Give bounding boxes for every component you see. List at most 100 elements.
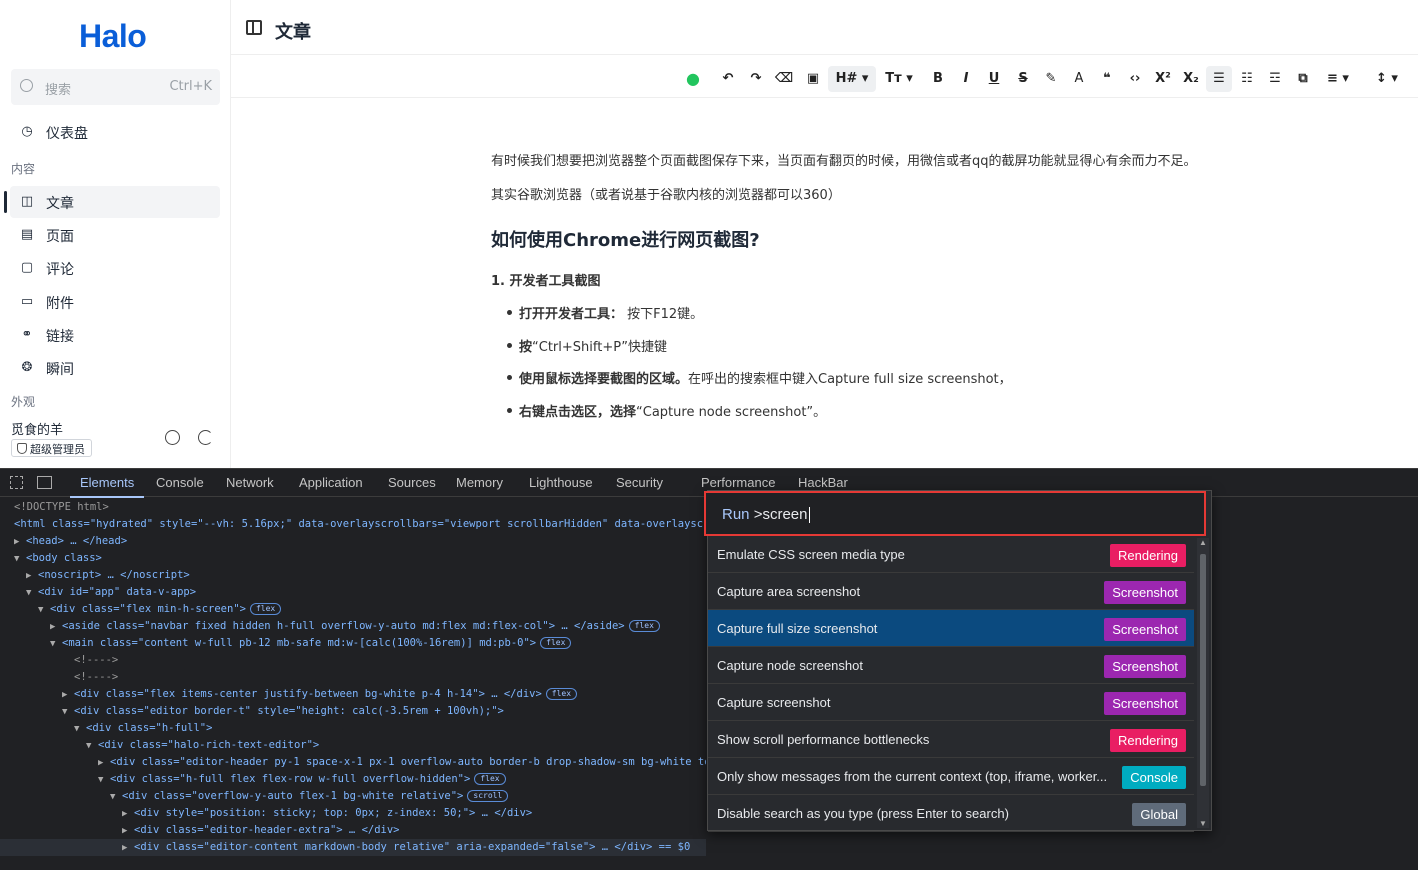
- quote-icon[interactable]: ❝: [1097, 66, 1117, 92]
- collapse-arrow-icon[interactable]: ▼: [74, 721, 86, 738]
- dom-line-selected[interactable]: ▶ <div class="editor-content markdown-bod…: [0, 839, 706, 856]
- sidebar-item-comments[interactable]: ▢ 评论: [10, 252, 220, 284]
- command-item-selected[interactable]: Capture full size screenshot Screenshot: [708, 610, 1194, 647]
- sidebar-item-attachments[interactable]: ▭ 附件: [10, 286, 220, 318]
- palette-scrollbar[interactable]: ▲ ▼: [1197, 538, 1209, 828]
- dom-line[interactable]: ▶ <div class="editor-header-extra"> … </d…: [122, 822, 400, 839]
- collapse-arrow-icon[interactable]: ▼: [50, 636, 62, 653]
- underline-icon[interactable]: U: [984, 66, 1004, 92]
- expand-arrow-icon[interactable]: ▶: [50, 619, 62, 636]
- command-item[interactable]: Disable search as you type (press Enter …: [708, 795, 1194, 832]
- bold-icon[interactable]: B: [928, 66, 948, 92]
- command-item[interactable]: Show scroll performance bottlenecks Rende…: [708, 721, 1194, 758]
- dom-line[interactable]: <!DOCTYPE html>: [14, 499, 109, 516]
- highlight-icon[interactable]: ✎: [1041, 66, 1061, 92]
- dom-line[interactable]: ▼ <div class="halo-rich-text-editor">: [86, 737, 319, 754]
- command-item[interactable]: Capture area screenshot Screenshot: [708, 573, 1194, 610]
- scrollbar-thumb[interactable]: [1200, 554, 1206, 786]
- superscript-icon[interactable]: X²: [1153, 66, 1173, 92]
- expand-arrow-icon[interactable]: ▶: [122, 823, 134, 840]
- sidebar-item-links[interactable]: ⚭ 链接: [10, 319, 220, 351]
- dom-line[interactable]: ▼ <main class="content w-full pb-12 mb-sa…: [50, 635, 572, 653]
- task-list-icon[interactable]: ☲: [1265, 66, 1285, 92]
- collapse-arrow-icon[interactable]: ▼: [38, 602, 50, 619]
- collapse-arrow-icon[interactable]: ▼: [14, 551, 26, 568]
- command-item[interactable]: Capture screenshot Screenshot: [708, 684, 1194, 721]
- line-height-dropdown[interactable]: ↕ ▾: [1369, 66, 1405, 92]
- collapse-arrow-icon[interactable]: ▼: [26, 585, 38, 602]
- add-block-icon[interactable]: ●: [683, 66, 703, 92]
- collapse-arrow-icon[interactable]: ▼: [98, 772, 110, 789]
- code-block-icon[interactable]: ⧉: [1293, 66, 1313, 92]
- device-toolbar-icon[interactable]: [37, 476, 52, 489]
- expand-arrow-icon[interactable]: ▶: [98, 755, 110, 772]
- dom-line[interactable]: ▶ <noscript> … </noscript>: [26, 567, 190, 584]
- bullet-list-icon[interactable]: ☰: [1206, 66, 1232, 92]
- undo-icon[interactable]: ↶: [718, 66, 738, 92]
- flex-badge[interactable]: flex: [545, 688, 578, 700]
- font-size-dropdown[interactable]: Tт ▾: [879, 66, 919, 92]
- dom-line[interactable]: <html class="hydrated" style="--vh: 5.16…: [14, 516, 706, 533]
- ordered-list-icon[interactable]: ☷: [1237, 66, 1257, 92]
- search-box[interactable]: 搜索 Ctrl+K: [11, 69, 220, 105]
- italic-icon[interactable]: I: [956, 66, 976, 92]
- tab-console[interactable]: Console: [156, 475, 204, 490]
- format-painter-icon[interactable]: ▣: [803, 66, 823, 92]
- command-item[interactable]: Emulate CSS screen media type Rendering: [708, 536, 1194, 573]
- expand-arrow-icon[interactable]: ▶: [122, 840, 134, 857]
- expand-arrow-icon[interactable]: ▶: [122, 806, 134, 823]
- dom-line[interactable]: <!---->: [74, 669, 118, 686]
- dom-line[interactable]: ▶ <div class="flex items-center justify-b…: [62, 686, 578, 704]
- heading-dropdown[interactable]: H# ▾: [828, 66, 876, 92]
- inspect-element-icon[interactable]: [10, 476, 23, 489]
- code-icon[interactable]: ‹›: [1125, 66, 1145, 92]
- tab-network[interactable]: Network: [226, 475, 274, 490]
- sidebar-item-moments[interactable]: ❂ 瞬间: [10, 352, 220, 384]
- dom-line[interactable]: ▼ <div class="h-full">: [74, 720, 212, 737]
- logout-icon[interactable]: [198, 430, 213, 445]
- sidebar-item-pages[interactable]: ▤ 页面: [10, 219, 220, 251]
- dom-line[interactable]: ▼ <div class="h-full flex flex-row w-full…: [98, 771, 506, 788]
- tab-application[interactable]: Application: [299, 475, 363, 490]
- dom-line[interactable]: ▼ <div class="editor border-t" style="hei…: [62, 703, 504, 720]
- align-dropdown[interactable]: ≡ ▾: [1320, 66, 1356, 92]
- command-item[interactable]: Capture node screenshot Screenshot: [708, 647, 1194, 684]
- font-color-icon[interactable]: A: [1069, 66, 1089, 92]
- dom-line[interactable]: <!---->: [74, 652, 118, 669]
- subscript-icon[interactable]: X₂: [1181, 66, 1201, 92]
- flex-badge[interactable]: flex: [249, 603, 282, 615]
- dom-line[interactable]: ▶ <div class="editor-header py-1 space-x-…: [98, 754, 706, 771]
- flex-badge[interactable]: flex: [474, 773, 506, 785]
- dom-line[interactable]: ▼ <div id="app" data-v-app>: [26, 584, 196, 601]
- flex-badge[interactable]: flex: [628, 620, 660, 632]
- flex-badge[interactable]: flex: [540, 637, 572, 649]
- command-input[interactable]: Run >screen: [704, 491, 1206, 536]
- tab-security[interactable]: Security: [616, 475, 663, 490]
- strikethrough-icon[interactable]: S: [1013, 66, 1033, 92]
- command-item[interactable]: Only show messages from the current cont…: [708, 758, 1194, 795]
- sidebar-item-articles[interactable]: ◫ 文章: [4, 186, 220, 218]
- sidebar-item-dashboard[interactable]: ◷ 仪表盘: [10, 116, 220, 148]
- user-profile-icon[interactable]: [165, 430, 180, 445]
- expand-arrow-icon[interactable]: ▶: [14, 534, 26, 551]
- expand-arrow-icon[interactable]: ▶: [26, 568, 38, 585]
- tab-lighthouse[interactable]: Lighthouse: [529, 475, 593, 490]
- dom-line[interactable]: ▶ <head> … </head>: [14, 533, 127, 550]
- collapse-arrow-icon[interactable]: ▼: [110, 789, 122, 806]
- scroll-up-icon[interactable]: ▲: [1199, 538, 1207, 547]
- dom-tree[interactable]: <!DOCTYPE html> <html class="hydrated" s…: [0, 499, 706, 871]
- tab-sources[interactable]: Sources: [388, 475, 436, 490]
- eraser-icon[interactable]: ⌫: [774, 66, 794, 92]
- redo-icon[interactable]: ↷: [746, 66, 766, 92]
- scroll-down-icon[interactable]: ▼: [1199, 819, 1207, 828]
- tab-elements[interactable]: Elements: [69, 475, 145, 498]
- dom-line[interactable]: ▼ <body class>: [14, 550, 102, 567]
- tab-hackbar[interactable]: HackBar: [798, 475, 848, 490]
- dom-line[interactable]: ▼ <div class="overflow-y-auto flex-1 bg-w…: [110, 788, 509, 806]
- expand-arrow-icon[interactable]: ▶: [62, 687, 74, 704]
- collapse-arrow-icon[interactable]: ▼: [86, 738, 98, 755]
- tab-performance[interactable]: Performance: [701, 475, 775, 490]
- dom-line[interactable]: ▶ <aside class="navbar fixed hidden h-ful…: [50, 618, 660, 635]
- dom-line[interactable]: ▼ <div class="flex min-h-screen"> flex: [38, 601, 282, 619]
- halo-logo[interactable]: Halo: [79, 18, 147, 55]
